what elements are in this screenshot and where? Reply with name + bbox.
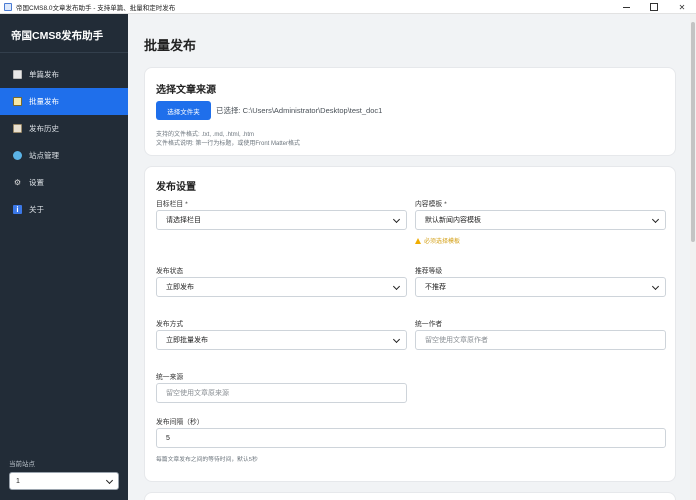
sidebar-item-label: 设置: [29, 178, 44, 187]
settings-card: 发布设置 目标栏目 * 请选择栏目 内容模板 * 默认新闻内容模板 必须选择模板…: [144, 166, 676, 482]
maximize-button[interactable]: [640, 0, 668, 14]
select-folder-button[interactable]: 选择文件夹: [156, 101, 211, 120]
sidebar-item-settings[interactable]: ⚙ 设置: [0, 169, 128, 196]
author-input-placeholder: 留空使用文章原作者: [425, 337, 488, 344]
format-description-hint: 文件格式说明: 第一行为标题，或使用Front Matter格式: [156, 141, 301, 147]
chevron-down-icon: [651, 215, 660, 224]
status-select[interactable]: 立即发布: [156, 277, 407, 297]
recommend-select[interactable]: 不推荐: [415, 277, 666, 297]
sidebar-item-label: 批量发布: [29, 97, 59, 106]
current-site-area: 当前站点 1: [0, 458, 128, 500]
source-input-placeholder: 留空使用文章原来源: [166, 390, 229, 397]
sidebar-item-label: 单篇发布: [29, 70, 59, 79]
column-label: 目标栏目 *: [156, 201, 188, 208]
column-select-value: 请选择栏目: [166, 217, 201, 224]
sidebar-item-single-publish[interactable]: 单篇发布: [0, 61, 128, 88]
source-input[interactable]: 留空使用文章原来源: [156, 383, 407, 403]
close-icon: ✕: [678, 2, 686, 12]
sidebar-nav: 单篇发布 批量发布 发布历史 站点管理 ⚙ 设置 i 关于: [0, 61, 128, 223]
sidebar-item-label: 站点管理: [29, 151, 59, 160]
layers-icon: [13, 97, 22, 106]
chevron-down-icon: [392, 335, 401, 344]
document-icon: [13, 70, 22, 79]
author-input[interactable]: 留空使用文章原作者: [415, 330, 666, 350]
mode-label: 发布方式: [156, 321, 184, 328]
window-controls: ✕: [612, 0, 696, 14]
sidebar-item-sites[interactable]: 站点管理: [0, 142, 128, 169]
app-brand: 帝国CMS8发布助手: [0, 14, 128, 53]
sidebar-item-about[interactable]: i 关于: [0, 196, 128, 223]
sidebar-item-label: 关于: [29, 205, 44, 214]
sidebar-item-history[interactable]: 发布历史: [0, 115, 128, 142]
selected-path: 已选择: C:\Users\Administrator\Desktop\test…: [216, 106, 383, 115]
scrollbar-thumb[interactable]: [691, 22, 695, 242]
source-heading: 选择文章来源: [156, 85, 216, 96]
status-select-value: 立即发布: [166, 284, 194, 291]
main-scrollbar[interactable]: [690, 14, 696, 500]
settings-heading: 发布设置: [156, 182, 196, 193]
info-icon: i: [13, 205, 22, 214]
sidebar-item-batch-publish[interactable]: 批量发布: [0, 88, 128, 115]
recommend-select-value: 不推荐: [425, 284, 446, 291]
clipboard-icon: [13, 124, 22, 133]
sidebar: 帝国CMS8发布助手 单篇发布 批量发布 发布历史 站点管理 ⚙ 设置 i 关于…: [0, 14, 128, 500]
author-label: 统一作者: [415, 321, 443, 328]
page-title: 批量发布: [144, 38, 197, 53]
main-content: 批量发布 选择文章来源 选择文件夹 已选择: C:\Users\Administ…: [128, 14, 696, 500]
template-warning: 必须选择模板: [415, 236, 460, 245]
window-title: 帝国CMS8.0文章发布助手 - 支持单篇、批量和定时发布: [16, 4, 176, 12]
interval-input-value: 5: [166, 434, 170, 442]
gear-icon: ⚙: [13, 178, 22, 187]
warning-icon: [415, 237, 421, 244]
globe-icon: [13, 151, 22, 160]
chevron-down-icon: [392, 282, 401, 291]
interval-label: 发布间隔（秒）: [156, 419, 204, 426]
interval-input[interactable]: 5: [156, 428, 666, 448]
template-label: 内容模板 *: [415, 201, 447, 208]
mode-select-value: 立即批量发布: [166, 337, 208, 344]
chevron-down-icon: [392, 215, 401, 224]
chevron-down-icon: [105, 476, 114, 485]
template-warning-text: 必须选择模板: [424, 239, 461, 245]
chevron-down-icon: [651, 282, 660, 291]
column-select[interactable]: 请选择栏目: [156, 210, 407, 230]
current-site-value: 1: [16, 477, 20, 485]
app-icon: [4, 2, 12, 11]
current-site-label: 当前站点: [9, 461, 35, 468]
next-card: [144, 492, 676, 500]
interval-hint: 每篇文章发布之间的等待时间，默认5秒: [156, 457, 258, 463]
supported-formats-hint: 支持的文件格式: .txt, .md, .html, .htm: [156, 132, 255, 138]
source-label: 统一来源: [156, 374, 184, 381]
mode-select[interactable]: 立即批量发布: [156, 330, 407, 350]
window-titlebar: 帝国CMS8.0文章发布助手 - 支持单篇、批量和定时发布 ✕: [0, 0, 696, 14]
template-select[interactable]: 默认新闻内容模板: [415, 210, 666, 230]
recommend-label: 推荐等级: [415, 268, 443, 275]
minimize-button[interactable]: [612, 0, 640, 14]
status-label: 发布状态: [156, 268, 184, 275]
current-site-select[interactable]: 1: [9, 472, 119, 490]
template-select-value: 默认新闻内容模板: [425, 217, 481, 224]
sidebar-item-label: 发布历史: [29, 124, 59, 133]
source-card: 选择文章来源 选择文件夹 已选择: C:\Users\Administrator…: [144, 67, 676, 156]
close-button[interactable]: ✕: [668, 0, 696, 14]
